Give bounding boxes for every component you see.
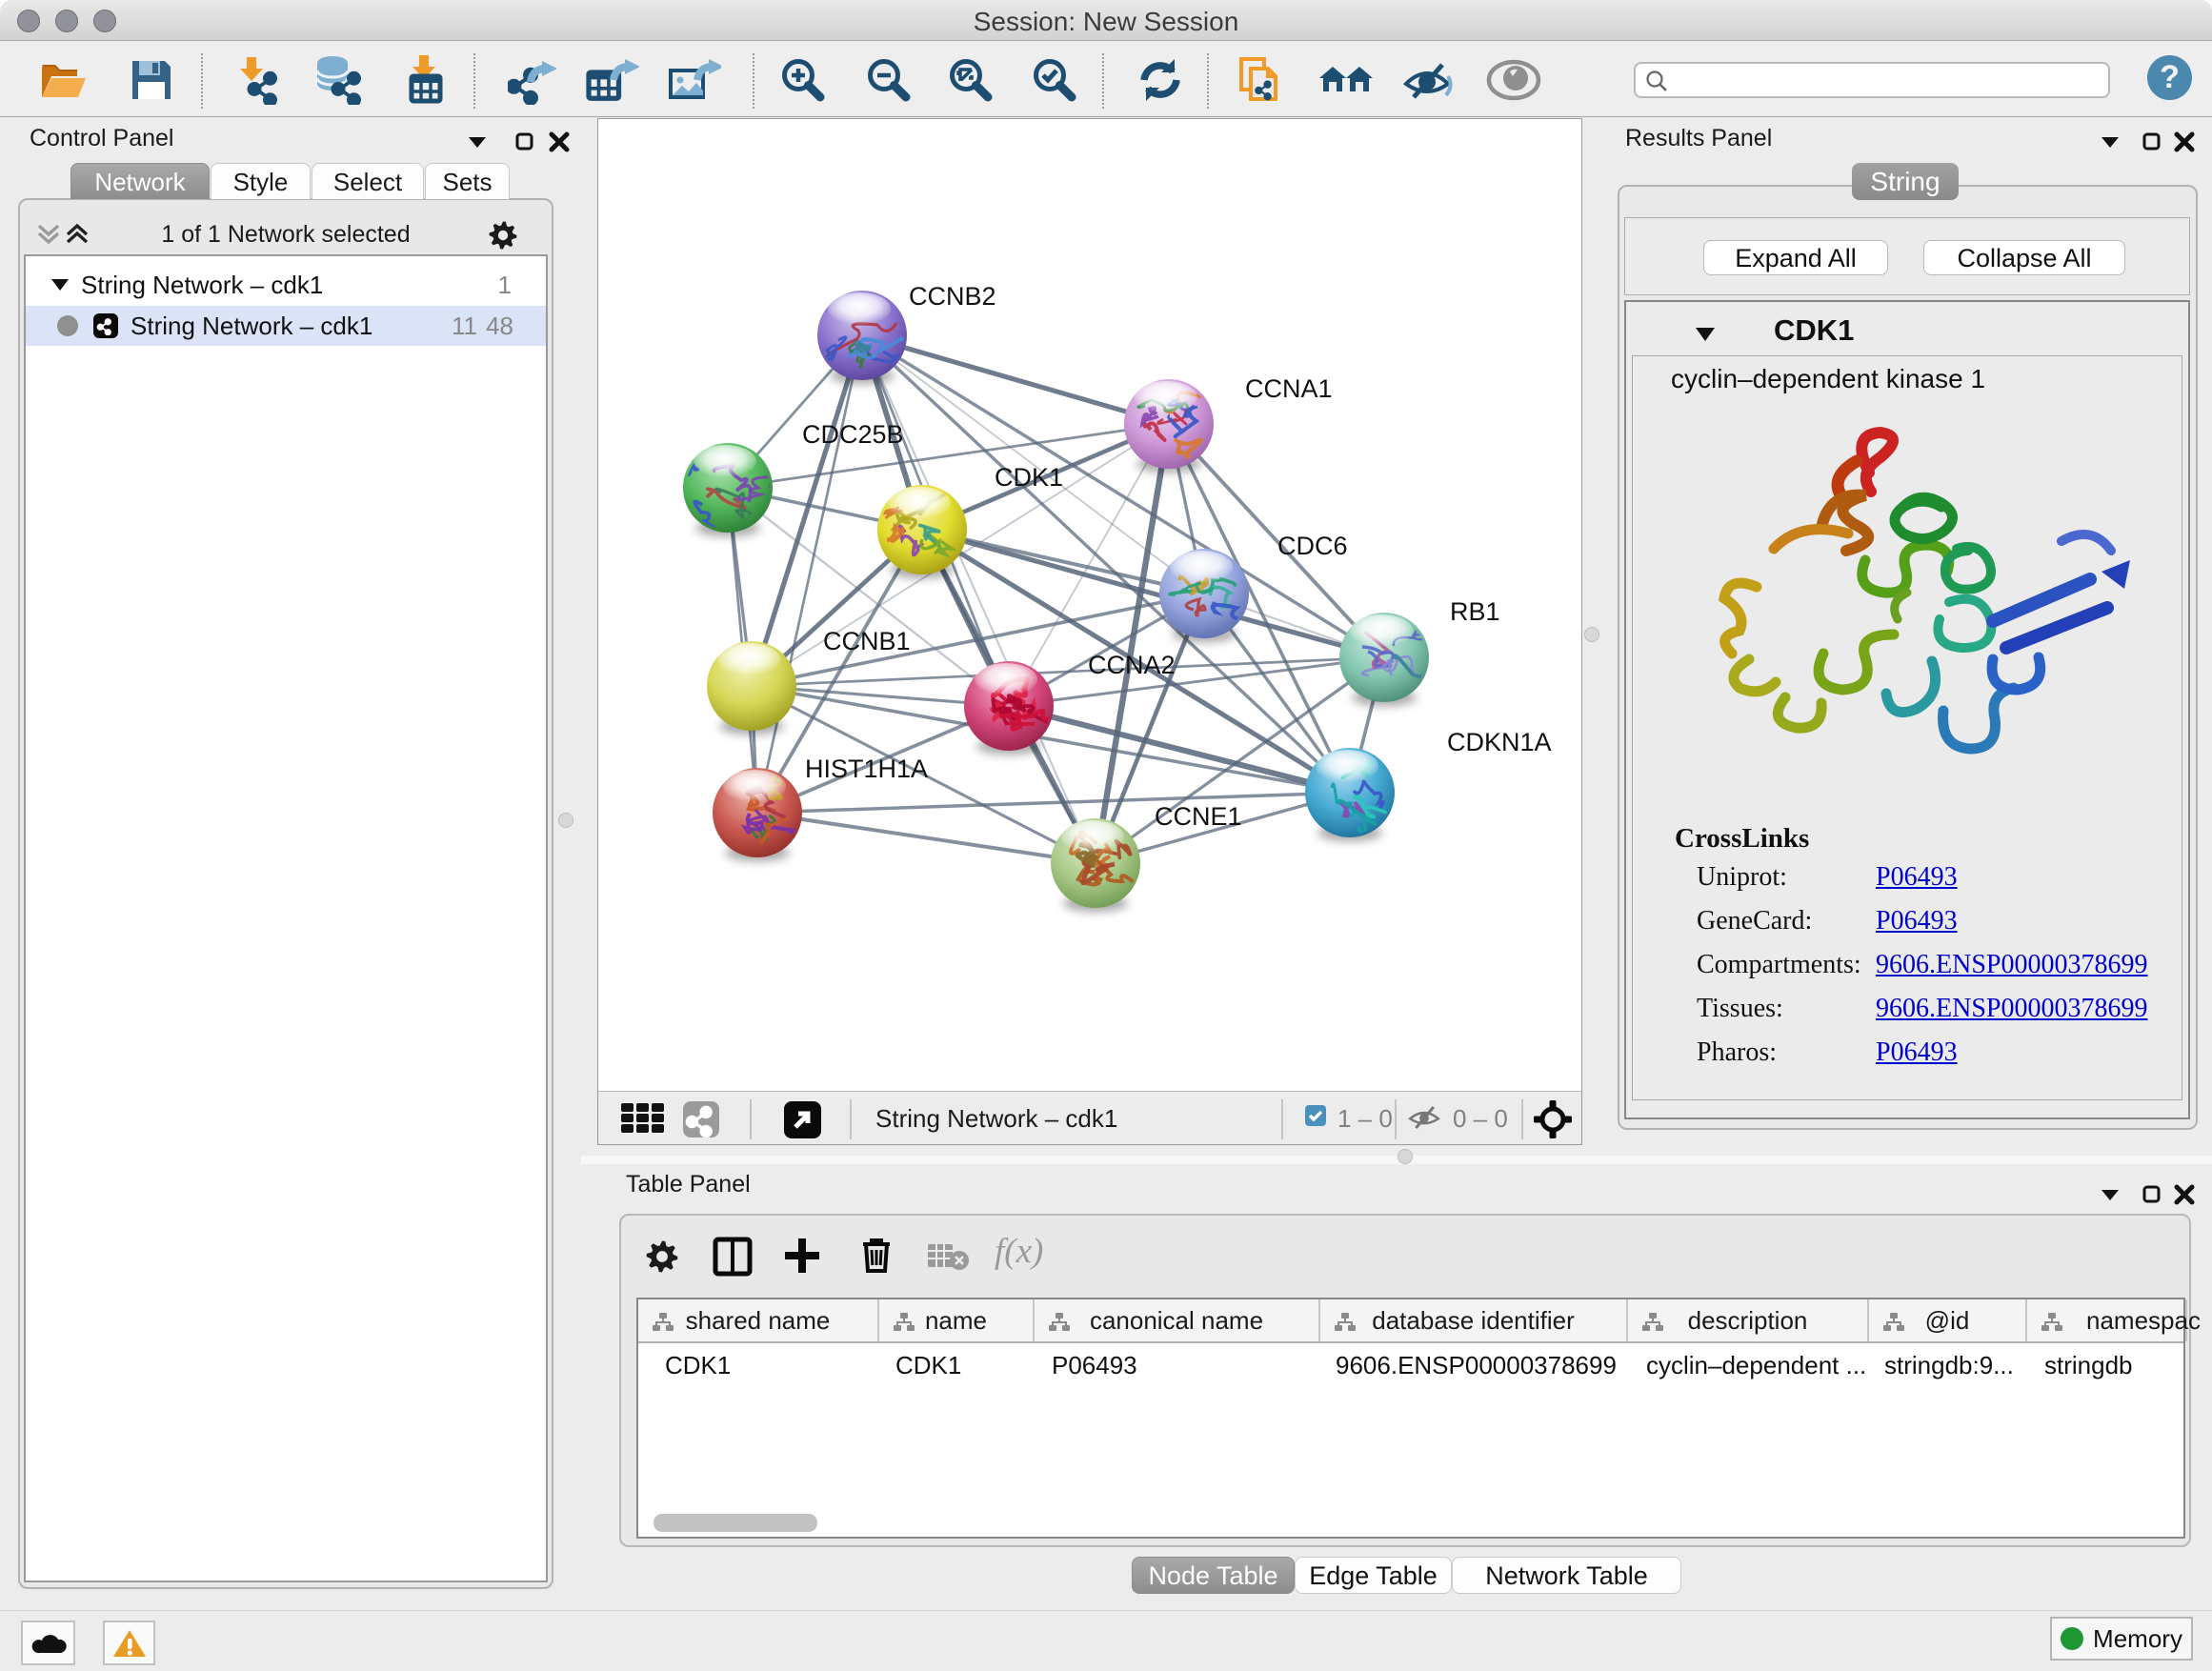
svg-text:CDC6: CDC6 xyxy=(1277,532,1348,560)
svg-text:HIST1H1A: HIST1H1A xyxy=(805,755,928,783)
svg-text:CCNB1: CCNB1 xyxy=(823,627,911,655)
svg-text:CCNB2: CCNB2 xyxy=(909,282,996,311)
svg-text:CCNA1: CCNA1 xyxy=(1245,374,1333,403)
svg-text:CDK1: CDK1 xyxy=(995,463,1063,492)
svg-text:CCNA2: CCNA2 xyxy=(1088,651,1176,679)
svg-text:CDC25B: CDC25B xyxy=(802,420,904,449)
svg-text:CCNE1: CCNE1 xyxy=(1155,802,1242,831)
svg-text:RB1: RB1 xyxy=(1450,597,1500,626)
svg-text:CDKN1A: CDKN1A xyxy=(1447,728,1552,756)
